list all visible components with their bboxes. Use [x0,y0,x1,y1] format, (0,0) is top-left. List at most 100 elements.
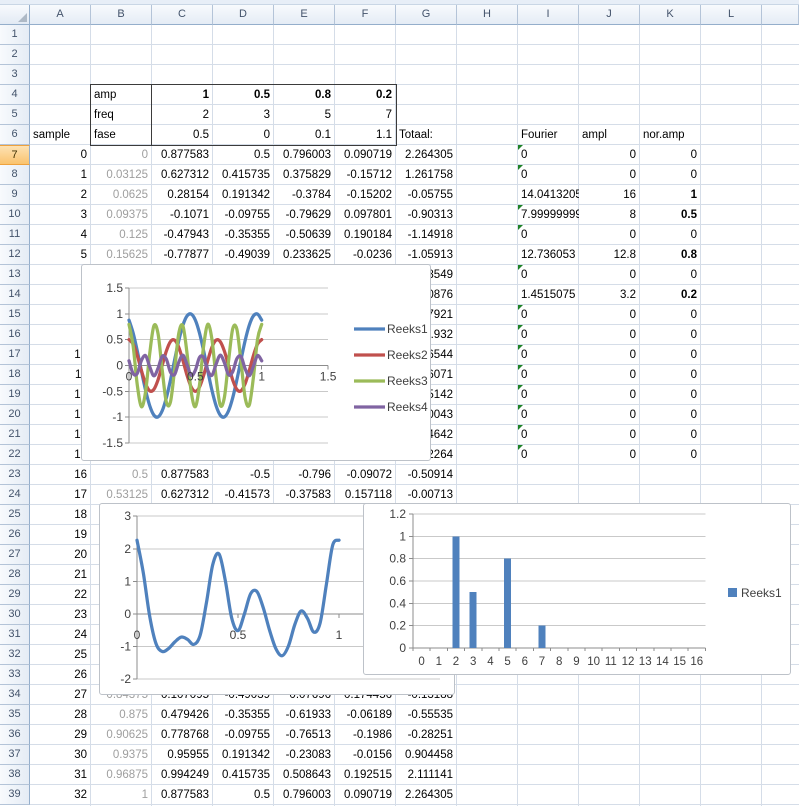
cell-J22[interactable]: 0 [579,445,640,465]
cell-A31[interactable]: 24 [30,625,91,645]
cell-J12[interactable]: 12.8 [579,245,640,265]
row-header-10[interactable]: 10 [0,205,30,225]
cell-J7[interactable]: 0 [579,145,640,165]
cell-E38[interactable]: 0.508643 [274,765,335,785]
cell-K18[interactable]: 0 [640,365,701,385]
row-header-31[interactable]: 31 [0,625,30,645]
column-header-G[interactable]: G [396,5,457,25]
cell-G38[interactable]: 2.111141 [396,765,457,785]
cell-I6[interactable]: Fourier [518,125,579,145]
cell-G6[interactable]: Totaal: [396,125,457,145]
cell-A27[interactable]: 20 [30,545,91,565]
column-header-A[interactable]: A [30,5,91,25]
cell-F11[interactable]: 0.190184 [335,225,396,245]
cell-E7[interactable]: 0.796003 [274,145,335,165]
cell-K11[interactable]: 0 [640,225,701,245]
cell-C6[interactable]: 0.5 [152,125,213,145]
cell-G23[interactable]: -0.50914 [396,465,457,485]
cell-I22[interactable]: 0 [518,445,579,465]
cell-F37[interactable]: -0.0156 [335,745,396,765]
cell-A28[interactable]: 21 [30,565,91,585]
cell-J20[interactable]: 0 [579,405,640,425]
row-header-37[interactable]: 37 [0,745,30,765]
cell-D10[interactable]: -0.09755 [213,205,274,225]
cell-B4[interactable]: amp [91,85,152,105]
cell-K8[interactable]: 0 [640,165,701,185]
cell-E23[interactable]: -0.796 [274,465,335,485]
cell-F23[interactable]: -0.09072 [335,465,396,485]
cell-C11[interactable]: -0.47943 [152,225,213,245]
cell-J11[interactable]: 0 [579,225,640,245]
cell-E35[interactable]: -0.61933 [274,705,335,725]
row-header-2[interactable]: 2 [0,45,30,65]
row-header-12[interactable]: 12 [0,245,30,265]
cell-A10[interactable]: 3 [30,205,91,225]
cell-B12[interactable]: 0.15625 [91,245,152,265]
cell-B7[interactable]: 0 [91,145,152,165]
cell-C10[interactable]: -0.1071 [152,205,213,225]
row-header-7[interactable]: 7 [0,145,30,165]
cell-G7[interactable]: 2.264305 [396,145,457,165]
cell-D35[interactable]: -0.35355 [213,705,274,725]
cell-I20[interactable]: 0 [518,405,579,425]
row-header-17[interactable]: 17 [0,345,30,365]
cell-A11[interactable]: 4 [30,225,91,245]
row-header-9[interactable]: 9 [0,185,30,205]
row-header-32[interactable]: 32 [0,645,30,665]
cell-E9[interactable]: -0.3784 [274,185,335,205]
cell-C7[interactable]: 0.877583 [152,145,213,165]
cell-E10[interactable]: -0.79629 [274,205,335,225]
cell-A39[interactable]: 32 [30,785,91,805]
column-header-C[interactable]: C [152,5,213,25]
cell-A7[interactable]: 0 [30,145,91,165]
cell-F10[interactable]: 0.097801 [335,205,396,225]
row-header-19[interactable]: 19 [0,385,30,405]
cell-I8[interactable]: 0 [518,165,579,185]
cell-F6[interactable]: 1.1 [335,125,396,145]
cell-J15[interactable]: 0 [579,305,640,325]
cell-J8[interactable]: 0 [579,165,640,185]
cell-A12[interactable]: 5 [30,245,91,265]
cell-A26[interactable]: 19 [30,525,91,545]
cell-G24[interactable]: -0.00713 [396,485,457,505]
row-header-24[interactable]: 24 [0,485,30,505]
cell-D24[interactable]: -0.41573 [213,485,274,505]
cell-I14[interactable]: 1.4515075 [518,285,579,305]
column-header-E[interactable]: E [274,5,335,25]
cell-F9[interactable]: -0.15202 [335,185,396,205]
row-header-29[interactable]: 29 [0,585,30,605]
cell-I13[interactable]: 0 [518,265,579,285]
cell-K22[interactable]: 0 [640,445,701,465]
cell-D8[interactable]: 0.415735 [213,165,274,185]
cell-B10[interactable]: 0.09375 [91,205,152,225]
cell-K19[interactable]: 0 [640,385,701,405]
cell-K12[interactable]: 0.8 [640,245,701,265]
cell-D6[interactable]: 0 [213,125,274,145]
cell-B37[interactable]: 0.9375 [91,745,152,765]
cell-K9[interactable]: 1 [640,185,701,205]
cell-B23[interactable]: 0.5 [91,465,152,485]
cell-C38[interactable]: 0.994249 [152,765,213,785]
cell-K17[interactable]: 0 [640,345,701,365]
cell-E4[interactable]: 0.8 [274,85,335,105]
cell-F36[interactable]: -0.1986 [335,725,396,745]
cell-J18[interactable]: 0 [579,365,640,385]
cell-B9[interactable]: 0.0625 [91,185,152,205]
cell-A32[interactable]: 25 [30,645,91,665]
cell-I21[interactable]: 0 [518,425,579,445]
cell-C8[interactable]: 0.627312 [152,165,213,185]
cell-K6[interactable]: nor.amp [640,125,701,145]
cell-K20[interactable]: 0 [640,405,701,425]
cell-B11[interactable]: 0.125 [91,225,152,245]
row-header-21[interactable]: 21 [0,425,30,445]
cell-G12[interactable]: -1.05913 [396,245,457,265]
select-all-button[interactable] [0,5,30,25]
cell-G39[interactable]: 2.264305 [396,785,457,805]
cell-B6[interactable]: fase [91,125,152,145]
cell-J17[interactable]: 0 [579,345,640,365]
row-header-38[interactable]: 38 [0,765,30,785]
row-header-36[interactable]: 36 [0,725,30,745]
cell-C5[interactable]: 2 [152,105,213,125]
cell-I17[interactable]: 0 [518,345,579,365]
cell-A23[interactable]: 16 [30,465,91,485]
